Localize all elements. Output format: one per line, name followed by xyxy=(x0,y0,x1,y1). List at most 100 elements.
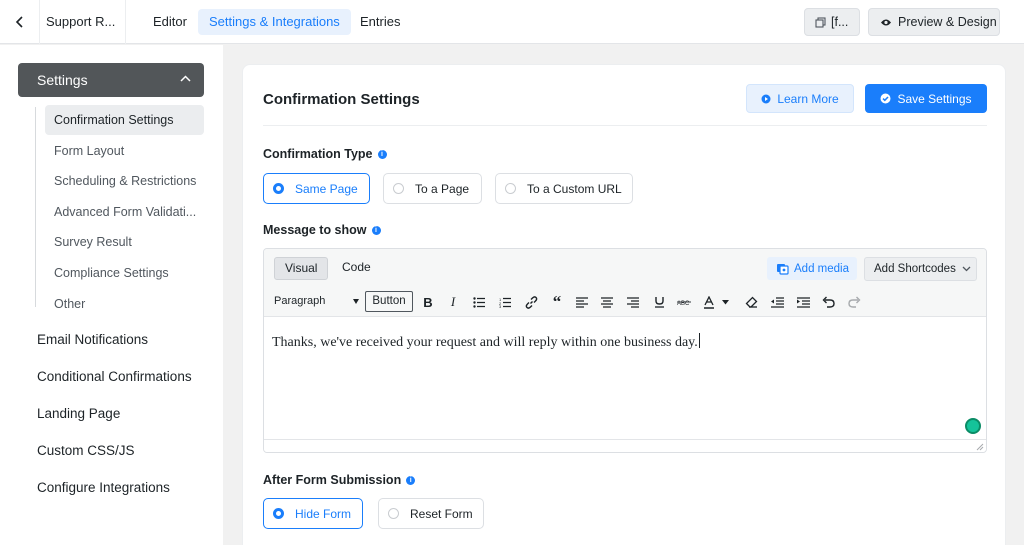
editor-tabs-bar: Visual Code Add media Add Shortcodes xyxy=(264,249,986,287)
radio-to-a-page[interactable]: To a Page xyxy=(383,173,482,204)
sidebar-item-custom-css-js[interactable]: Custom CSS/JS xyxy=(37,443,135,458)
radio-custom-url[interactable]: To a Custom URL xyxy=(495,173,633,204)
back-button[interactable] xyxy=(0,0,40,44)
sidebar-header-settings[interactable]: Settings xyxy=(18,63,204,97)
tab-settings-integrations[interactable]: Settings & Integrations xyxy=(198,9,351,35)
editor-status-bar xyxy=(264,439,986,452)
chevron-up-icon xyxy=(180,75,191,82)
tab-entries[interactable]: Entries xyxy=(349,9,411,35)
confirmation-settings-card: Confirmation Settings Learn More Save Se… xyxy=(242,64,1006,545)
radio-reset-form[interactable]: Reset Form xyxy=(378,498,484,529)
sidebar-item-form-layout[interactable]: Form Layout xyxy=(45,136,204,166)
numbered-list-icon[interactable]: 123 xyxy=(496,293,514,311)
strikethrough-icon[interactable]: ABC xyxy=(675,293,693,311)
message-editor: Visual Code Add media Add Shortcodes Par… xyxy=(263,248,987,453)
play-circle-icon xyxy=(761,94,771,103)
resize-handle-icon[interactable] xyxy=(976,443,984,451)
radio-label: Same Page xyxy=(295,181,358,196)
editor-tab-code[interactable]: Code xyxy=(332,257,381,280)
confirmation-type-text: Confirmation Type xyxy=(263,147,373,161)
sidebar-tree-line xyxy=(35,107,36,307)
sidebar-item-conditional-confirmations[interactable]: Conditional Confirmations xyxy=(37,369,192,384)
add-shortcodes-dropdown[interactable]: Add Shortcodes xyxy=(864,257,977,281)
sidebar-header-label: Settings xyxy=(37,72,88,88)
sidebar-item-configure-integrations[interactable]: Configure Integrations xyxy=(37,480,170,495)
radio-circle-checked xyxy=(273,508,284,519)
info-icon[interactable]: i xyxy=(406,475,416,485)
info-icon[interactable]: i xyxy=(377,149,387,159)
after-submission-text: After Form Submission xyxy=(263,473,402,487)
divider xyxy=(263,125,987,126)
radio-circle xyxy=(393,183,404,194)
learn-more-label: Learn More xyxy=(777,91,839,106)
sidebar-item-other[interactable]: Other xyxy=(45,289,204,319)
radio-same-page[interactable]: Same Page xyxy=(263,173,370,204)
save-settings-button[interactable]: Save Settings xyxy=(865,84,987,113)
blockquote-icon[interactable]: “ xyxy=(548,292,566,311)
preview-label: Preview & Design xyxy=(898,15,997,29)
learn-more-button[interactable]: Learn More xyxy=(746,84,854,113)
radio-circle xyxy=(388,508,399,519)
radio-label: To a Page xyxy=(415,181,470,196)
text-color-icon[interactable] xyxy=(701,293,719,311)
sidebar-item-advanced-validation[interactable]: Advanced Form Validati... xyxy=(45,197,204,227)
editor-content-area[interactable]: Thanks, we've received your request and … xyxy=(264,318,986,439)
sidebar-item-email-notifications[interactable]: Email Notifications xyxy=(37,332,148,347)
add-shortcodes-label: Add Shortcodes xyxy=(874,263,956,275)
sidebar-item-survey-result[interactable]: Survey Result xyxy=(45,227,204,257)
caret-down-icon xyxy=(353,299,359,304)
svg-text:3: 3 xyxy=(499,304,502,308)
radio-label: To a Custom URL xyxy=(527,181,622,196)
tab-editor[interactable]: Editor xyxy=(142,9,198,35)
link-icon[interactable] xyxy=(522,293,540,311)
page-title: Confirmation Settings xyxy=(263,91,420,108)
top-bar: Support R... Editor Settings & Integrati… xyxy=(0,0,1024,44)
message-to-show-label: Message to show i xyxy=(263,223,381,237)
radio-hide-form[interactable]: Hide Form xyxy=(263,498,363,529)
paragraph-format-select[interactable]: Paragraph xyxy=(268,291,364,312)
shortcode-label: [f... xyxy=(831,15,849,29)
outdent-icon[interactable] xyxy=(768,293,786,311)
radio-label: Reset Form xyxy=(410,506,473,521)
bullet-list-icon[interactable] xyxy=(470,293,488,311)
message-content: Thanks, we've received your request and … xyxy=(272,335,698,350)
media-icon xyxy=(777,263,789,275)
align-center-icon[interactable] xyxy=(598,293,616,311)
align-left-icon[interactable] xyxy=(573,293,591,311)
clear-formatting-icon[interactable] xyxy=(742,293,760,311)
grammarly-icon[interactable] xyxy=(965,418,981,434)
add-media-label: Add media xyxy=(794,262,849,275)
radio-circle xyxy=(505,183,516,194)
chevron-down-icon xyxy=(962,266,971,272)
sidebar-item-scheduling[interactable]: Scheduling & Restrictions xyxy=(45,166,204,196)
italic-icon[interactable]: I xyxy=(444,293,462,311)
info-icon[interactable]: i xyxy=(371,225,381,235)
preview-design-button[interactable]: Preview & Design xyxy=(868,8,1000,36)
sidebar-item-landing-page[interactable]: Landing Page xyxy=(37,406,120,421)
undo-icon[interactable] xyxy=(819,293,837,311)
insert-button-button[interactable]: Button xyxy=(365,291,413,312)
confirmation-type-label: Confirmation Type i xyxy=(263,147,387,161)
copy-icon xyxy=(815,16,826,28)
indent-icon[interactable] xyxy=(794,293,812,311)
radio-label: Hide Form xyxy=(295,506,352,521)
align-right-icon[interactable] xyxy=(624,293,642,311)
after-submission-label: After Form Submission i xyxy=(263,473,416,487)
eye-icon xyxy=(881,19,891,25)
sidebar-item-compliance[interactable]: Compliance Settings xyxy=(45,258,204,288)
redo-icon[interactable] xyxy=(845,293,863,311)
format-select-value: Paragraph xyxy=(274,295,326,307)
text-color-dropdown-icon[interactable] xyxy=(720,293,730,311)
copy-shortcode-button[interactable]: [f... xyxy=(804,8,860,36)
radio-circle-checked xyxy=(273,183,284,194)
add-media-button[interactable]: Add media xyxy=(767,257,857,280)
bold-icon[interactable]: B xyxy=(419,293,437,311)
settings-sidebar: Settings Confirmation Settings Form Layo… xyxy=(0,45,223,545)
editor-content-text[interactable]: Thanks, we've received your request and … xyxy=(272,333,700,351)
form-name[interactable]: Support R... xyxy=(40,0,126,44)
check-circle-icon xyxy=(880,93,891,104)
sidebar-item-confirmation-settings[interactable]: Confirmation Settings xyxy=(45,105,204,135)
message-to-show-text: Message to show xyxy=(263,223,367,237)
underline-icon[interactable] xyxy=(650,293,668,311)
editor-tab-visual[interactable]: Visual xyxy=(274,257,329,280)
